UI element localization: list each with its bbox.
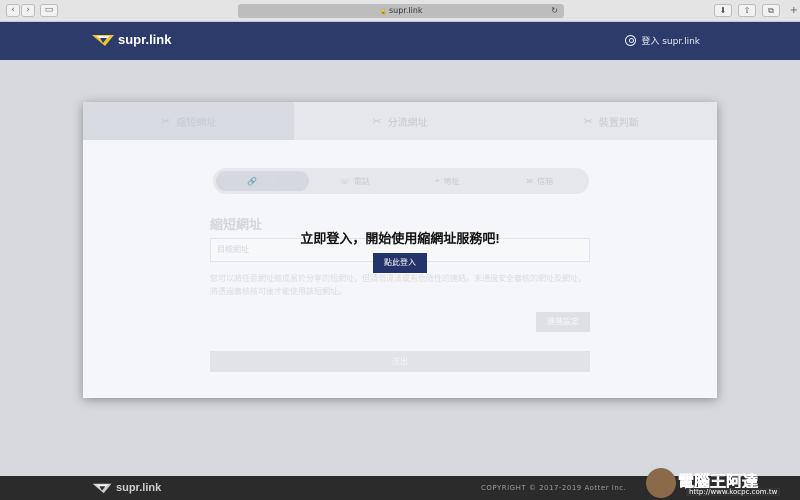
advanced-settings-button[interactable]: 進階設定 <box>536 312 590 332</box>
forward-button[interactable]: › <box>21 4 35 17</box>
phone-icon: ☏ <box>339 176 350 186</box>
tab-shorten-url[interactable]: ✂ 縮短網址 <box>83 102 295 140</box>
address-bar[interactable]: 🔒 supr.link ↻ <box>238 4 564 18</box>
new-tab-button[interactable]: + <box>790 5 798 16</box>
back-button[interactable]: ‹ <box>6 4 20 17</box>
segment-label: 地址 <box>443 176 460 186</box>
user-icon <box>625 35 637 46</box>
map-pin-icon: ⌖ <box>434 176 440 185</box>
mail-icon: ✉ <box>526 176 534 186</box>
mode-tabs: ✂ 縮短網址 ✂ 分流網址 ✂ 裝置判斷 <box>83 102 717 140</box>
header-login-label: 登入 supr.link <box>641 37 700 47</box>
segment-label: 信箱 <box>537 176 554 186</box>
site-header: supr.link 登入 supr.link <box>0 22 800 60</box>
submit-button[interactable]: 送出 <box>210 351 590 372</box>
sidebar-toggle-button[interactable]: ▭ <box>40 4 58 17</box>
address-bar-url: supr.link <box>388 6 423 15</box>
scissors-icon: ✂ <box>161 114 171 128</box>
login-button[interactable]: 點此登入 <box>373 253 427 273</box>
tab-label: 分流網址 <box>387 117 428 129</box>
brand-name: supr.link <box>118 32 172 47</box>
split-icon: ✂ <box>372 114 382 128</box>
tabs-button[interactable]: ⧉ <box>762 4 780 17</box>
site-logo[interactable]: supr.link <box>92 32 171 47</box>
form-description: 您可以將任意網址縮成易於分享的短網址，但請勿違法或有危險性的連結。未通過安全審核… <box>210 274 586 296</box>
tab-device-detect[interactable]: ✂ 裝置判斷 <box>506 102 717 140</box>
link-type-segment: 🔗 網址 ☏ 電話 ⌖ 地址 ✉ 信箱 <box>213 168 589 194</box>
shortener-card: ✂ 縮短網址 ✂ 分流網址 ✂ 裝置判斷 🔗 網址 ☏ 電話 ⌖ 地址 ✉ 信箱… <box>83 102 717 398</box>
lock-icon: 🔒 <box>379 8 387 15</box>
segment-email[interactable]: ✉ 信箱 <box>494 171 587 191</box>
login-prompt-message: 立即登入，開始使用縮網址服務吧! <box>300 231 500 246</box>
header-login-link[interactable]: 登入 supr.link <box>625 34 700 47</box>
download-button[interactable]: ⬇ <box>714 4 732 17</box>
supr-logo-icon <box>92 483 112 494</box>
footer-brand: supr.link <box>116 482 162 494</box>
segment-label: 網址 <box>261 176 278 186</box>
device-icon: ✂ <box>583 114 593 128</box>
segment-label: 電話 <box>353 176 370 186</box>
link-icon: 🔗 <box>247 176 258 186</box>
browser-toolbar: ‹ › ▭ 🔒 supr.link ↻ ⬇ ⇧ ⧉ + <box>0 0 800 22</box>
mascot-icon <box>646 468 676 498</box>
segment-address[interactable]: ⌖ 地址 <box>401 171 494 191</box>
supr-logo-icon <box>92 34 114 46</box>
tab-label: 縮短網址 <box>176 117 217 129</box>
segment-url[interactable]: 🔗 網址 <box>216 171 309 191</box>
segment-phone[interactable]: ☏ 電話 <box>309 171 402 191</box>
copyright-text: COPYRIGHT © 2017-2019 Aotter Inc. <box>481 484 627 492</box>
reload-icon[interactable]: ↻ <box>551 4 558 18</box>
footer-logo[interactable]: supr.link <box>92 482 161 494</box>
share-button[interactable]: ⇧ <box>738 4 756 17</box>
tab-label: 裝置判斷 <box>598 117 639 129</box>
watermark: 電腦王阿達 http://www.kocpc.com.tw <box>646 468 796 498</box>
tab-split-url[interactable]: ✂ 分流網址 <box>294 102 505 140</box>
watermark-url: http://www.kocpc.com.tw <box>686 488 781 496</box>
